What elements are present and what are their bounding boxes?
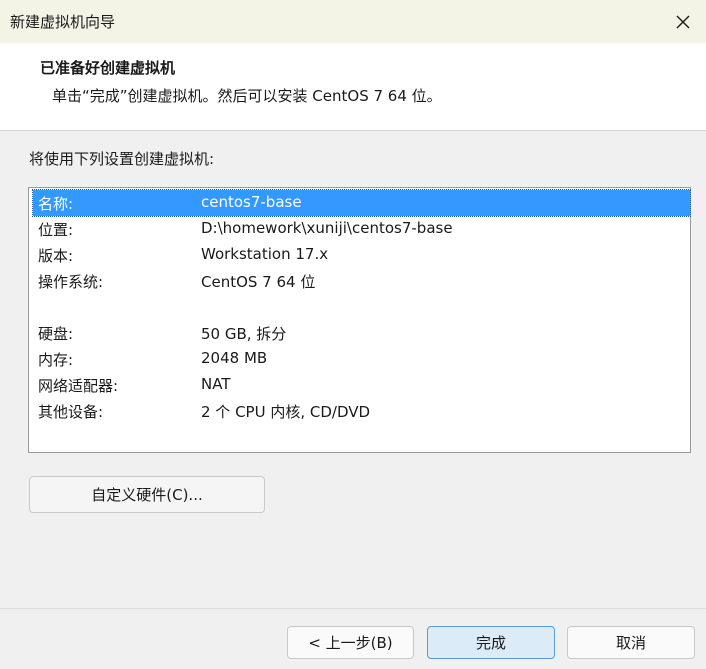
title-bar: 新建虚拟机向导 xyxy=(0,0,706,43)
wizard-footer: < 上一步(B) 完成 取消 xyxy=(0,608,706,669)
settings-list[interactable]: 名称: centos7-base 位置: D:\homework\xuniji\… xyxy=(28,187,691,453)
settings-row-name[interactable]: 名称: centos7-base xyxy=(32,189,691,217)
settings-row-devices[interactable]: 其他设备: 2 个 CPU 内核, CD/DVD xyxy=(33,398,690,424)
settings-intro: 将使用下列设置创建虚拟机: xyxy=(29,150,215,168)
header-subtitle: 单击“完成”创建虚拟机。然后可以安装 CentOS 7 64 位。 xyxy=(52,87,442,105)
settings-row-network[interactable]: 网络适配器: NAT xyxy=(33,372,690,398)
settings-row-os[interactable]: 操作系统: CentOS 7 64 位 xyxy=(33,268,690,294)
settings-row-location[interactable]: 位置: D:\homework\xuniji\centos7-base xyxy=(33,216,690,242)
close-button[interactable] xyxy=(660,0,706,43)
setting-key: 其他设备: xyxy=(38,403,104,421)
settings-row-blank[interactable] xyxy=(33,294,690,320)
wizard-header: 已准备好创建虚拟机 单击“完成”创建虚拟机。然后可以安装 CentOS 7 64… xyxy=(0,43,706,131)
back-button[interactable]: < 上一步(B) xyxy=(287,626,414,659)
setting-value: 50 GB, 拆分 xyxy=(201,325,287,343)
settings-row-memory[interactable]: 内存: 2048 MB xyxy=(33,346,690,372)
window-title: 新建虚拟机向导 xyxy=(10,13,116,31)
settings-row-version[interactable]: 版本: Workstation 17.x xyxy=(33,242,690,268)
settings-row-disk[interactable]: 硬盘: 50 GB, 拆分 xyxy=(33,320,690,346)
setting-value: D:\homework\xuniji\centos7-base xyxy=(201,219,453,237)
setting-key: 网络适配器: xyxy=(38,377,119,395)
setting-value: NAT xyxy=(201,375,231,393)
cancel-button[interactable]: 取消 xyxy=(567,626,695,659)
setting-key: 名称: xyxy=(38,195,74,213)
setting-key: 位置: xyxy=(38,221,74,239)
setting-key: 内存: xyxy=(38,351,74,369)
wizard-content: 将使用下列设置创建虚拟机: 名称: centos7-base 位置: D:\ho… xyxy=(0,132,706,608)
setting-value: 2048 MB xyxy=(201,349,268,367)
header-title: 已准备好创建虚拟机 xyxy=(40,59,176,77)
setting-key: 版本: xyxy=(38,247,74,265)
setting-value: CentOS 7 64 位 xyxy=(201,273,316,291)
customize-hardware-button[interactable]: 自定义硬件(C)... xyxy=(29,476,265,513)
setting-value: 2 个 CPU 内核, CD/DVD xyxy=(201,403,371,421)
setting-value: Workstation 17.x xyxy=(201,245,329,263)
setting-key: 操作系统: xyxy=(38,273,104,291)
finish-button[interactable]: 完成 xyxy=(427,626,555,659)
setting-key: 硬盘: xyxy=(38,325,74,343)
close-icon xyxy=(676,15,690,28)
setting-value: centos7-base xyxy=(201,193,302,211)
